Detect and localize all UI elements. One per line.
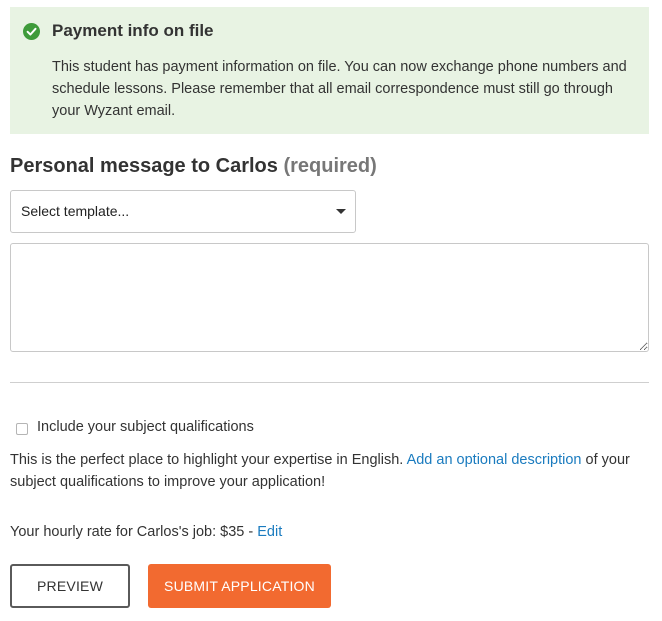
section-divider bbox=[10, 382, 649, 383]
submit-application-button[interactable]: SUBMIT APPLICATION bbox=[148, 564, 331, 608]
add-description-link[interactable]: Add an optional description bbox=[407, 452, 582, 468]
include-qualifications-checkbox[interactable] bbox=[16, 423, 28, 435]
required-label: (required) bbox=[283, 155, 377, 177]
include-qualifications-label[interactable]: Include your subject qualifications bbox=[37, 419, 254, 435]
qualifications-description: This is the perfect place to highlight y… bbox=[10, 449, 655, 493]
hourly-rate-text: Your hourly rate for Carlos's job: $35 - bbox=[10, 524, 254, 540]
caret-down-icon bbox=[336, 209, 346, 214]
message-textarea[interactable] bbox=[10, 243, 649, 352]
hourly-rate: Your hourly rate for Carlos's job: $35 -… bbox=[10, 524, 282, 540]
alert-title: Payment info on file bbox=[52, 21, 214, 40]
qualifications-desc-before: This is the perfect place to highlight y… bbox=[10, 452, 404, 468]
template-select[interactable]: Select template... bbox=[10, 190, 356, 233]
preview-button[interactable]: PREVIEW bbox=[10, 564, 130, 608]
template-select-value: Select template... bbox=[21, 203, 130, 219]
message-heading-text: Personal message to Carlos bbox=[10, 155, 278, 177]
edit-rate-link[interactable]: Edit bbox=[257, 524, 282, 540]
alert-body: This student has payment information on … bbox=[52, 59, 627, 119]
payment-info-alert: Payment info on file This student has pa… bbox=[10, 7, 649, 134]
message-heading: Personal message to Carlos (required) bbox=[10, 155, 377, 178]
check-circle-icon bbox=[23, 23, 40, 40]
